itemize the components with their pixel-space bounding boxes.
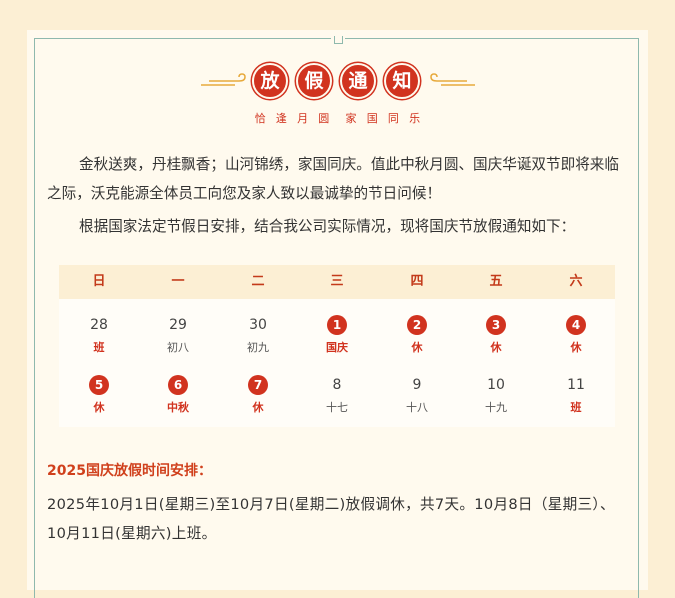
day-label: 班: [570, 401, 582, 414]
day-label: 十九: [485, 401, 507, 414]
day-number: 7: [248, 375, 268, 395]
day-number: 10: [487, 377, 505, 393]
weekday-mon: 一: [171, 274, 185, 289]
day-label: 休: [570, 341, 582, 354]
weekday-sun: 日: [92, 274, 106, 289]
basis-paragraph: 根据国家法定节假日安排，结合我公司实际情况，现将国庆节放假通知如下：: [79, 218, 576, 235]
calendar-day: 5休: [71, 375, 127, 415]
calendar-day: 10 十九: [468, 375, 524, 415]
day-number: 28: [90, 317, 108, 333]
calendar-day: 2休: [389, 315, 445, 355]
weekday-sat: 六: [569, 274, 583, 289]
calendar-day: 28 班: [71, 315, 127, 355]
arrangement-text: 2025年10月1日(星期三)至10月7日(星期二)放假调休，共7天。10月8日…: [47, 496, 615, 542]
day-label: 初八: [167, 341, 189, 354]
calendar-day: 30 初九: [230, 315, 286, 355]
day-label: 休: [252, 401, 264, 414]
calendar-day: 7休: [230, 375, 286, 415]
day-number: 2: [407, 315, 427, 335]
calendar-day: 29 初八: [150, 315, 206, 355]
title-char: 通: [340, 63, 376, 99]
day-number: 5: [89, 375, 109, 395]
calendar-day: 3休: [468, 315, 524, 355]
subtitle: 恰逢月圆家国同乐: [254, 112, 421, 125]
title-char: 假: [296, 63, 332, 99]
day-number: 4: [566, 315, 586, 335]
calendar-day: 4休: [548, 315, 604, 355]
day-label: 初九: [247, 341, 269, 354]
title-char: 知: [384, 63, 420, 99]
calendar-day: 11 班: [548, 375, 604, 415]
day-number: 3: [486, 315, 506, 335]
title-char: 放: [252, 63, 288, 99]
day-label: 国庆: [326, 341, 348, 354]
weekday-wed: 三: [330, 274, 344, 289]
day-number: 29: [169, 317, 187, 333]
weekday-thu: 四: [410, 274, 424, 289]
arrangement-title: 2025国庆放假时间安排：: [47, 463, 212, 479]
day-number: 8: [332, 377, 342, 393]
weekday-tue: 二: [251, 274, 265, 289]
calendar-day: 6 中秋: [150, 375, 206, 415]
day-label: 班: [93, 341, 105, 354]
holiday-calendar: 日 一 二 三 四 五 六 28 班 29 初八 30 初九 1 国庆 2 休 3 休 4 休 5 休 6 中秋 7…: [59, 265, 615, 427]
notice-page: 放 假 通 知 恰逢月圆家国同乐 金秋送爽，丹桂飘香；山河锦绣，家国同庆。值此中…: [27, 30, 648, 598]
calendar-day: 1 国庆: [309, 315, 365, 355]
day-number: 6: [168, 375, 188, 395]
intro-paragraph: 金秋送爽，丹桂飘香；山河锦绣，家国同庆。值此中秋月圆、国庆华诞双节即将来临之际，…: [47, 156, 619, 202]
day-number: 30: [249, 317, 267, 333]
right-swirl-icon: [430, 73, 475, 86]
day-number: 11: [567, 377, 585, 393]
calendar-day: 8 十七: [309, 375, 365, 415]
day-label: 休: [93, 401, 105, 414]
weekday-fri: 五: [489, 274, 503, 289]
day-label: 十八: [406, 401, 428, 414]
frame-ornament-icon: [331, 35, 345, 47]
calendar-weekday-header: 日 一 二 三 四 五 六: [59, 265, 615, 299]
day-label: 休: [490, 341, 502, 354]
day-label: 休: [411, 341, 423, 354]
day-label: 中秋: [167, 401, 189, 414]
day-label: 十七: [326, 401, 348, 414]
day-number: 9: [412, 377, 422, 393]
title-banner: 放 假 通 知: [27, 63, 648, 103]
left-swirl-icon: [201, 73, 246, 86]
calendar-day: 9 十八: [389, 375, 445, 415]
day-number: 1: [327, 315, 347, 335]
